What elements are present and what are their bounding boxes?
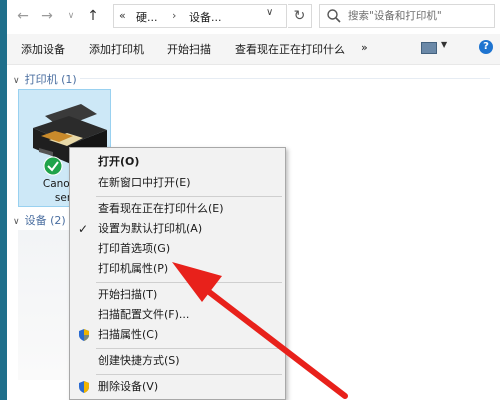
menu-separator [96,196,282,197]
address-bar-row: ← → ∨ ↑ « 硬... › 设备... ∨ ↻ [7,0,500,35]
address-prefix[interactable]: « [119,9,126,22]
breadcrumb-hardware[interactable]: 硬... [136,9,158,25]
menu-item-remove-device[interactable]: 删除设备(V) [70,377,285,397]
command-toolbar: 添加设备 添加打印机 开始扫描 查看现在正在打印什么 » ▼ ? [7,34,500,65]
breadcrumb-devices[interactable]: 设备... [189,9,222,25]
menu-item-open-new-window[interactable]: 在新窗口中打开(E) [70,173,285,193]
uac-shield-icon [79,329,89,341]
address-bar[interactable]: « 硬... › 设备... ∨ [113,4,287,28]
menu-item-open[interactable]: 打开(O) [70,152,285,172]
refresh-icon[interactable]: ↻ [288,4,312,28]
start-scan-button[interactable]: 开始扫描 [167,41,211,57]
menu-item-start-scan[interactable]: 开始扫描(T) [70,285,285,305]
menu-separator [96,348,282,349]
group-divider [80,78,490,79]
add-device-button[interactable]: 添加设备 [21,41,65,57]
window-edge [0,0,7,400]
menu-separator [96,374,282,375]
help-icon[interactable]: ? [479,40,493,54]
recent-locations-chevron-icon[interactable]: ∨ [61,6,81,26]
view-dropdown-chevron-icon[interactable]: ▼ [441,40,447,49]
search-icon [327,9,341,23]
collapse-chevron-icon[interactable]: ∨ [13,217,20,227]
checkmark-icon: ✓ [78,222,89,236]
menu-item-scan-properties[interactable]: 扫描属性(C) [70,325,285,345]
menu-item-set-default-printer[interactable]: ✓ 设置为默认打印机(A) [70,219,285,239]
group-header-printers[interactable]: ∨ 打印机 (1) [13,71,77,87]
group-label-devices: 设备 (2) [24,214,66,227]
context-menu: 打开(O) 在新窗口中打开(E) 查看现在正在打印什么(E) ✓ 设置为默认打印… [69,147,286,400]
menu-item-printer-properties[interactable]: 打印机属性(P) [70,259,285,279]
collapse-chevron-icon[interactable]: ∨ [13,76,20,86]
green-check-icon [43,156,63,176]
group-header-devices[interactable]: ∨ 设备 (2) [13,212,66,228]
search-box[interactable] [319,4,495,28]
menu-item-see-whats-printing[interactable]: 查看现在正在打印什么(E) [70,199,285,219]
address-dropdown-chevron-icon[interactable]: ∨ [266,7,273,18]
toolbar-overflow-button[interactable]: » [361,41,368,54]
uac-shield-icon [79,381,89,393]
see-whats-printing-button[interactable]: 查看现在正在打印什么 [235,41,345,57]
breadcrumb-separator: › [172,9,177,22]
menu-item-create-shortcut[interactable]: 创建快捷方式(S) [70,351,285,371]
back-arrow-icon[interactable]: ← [13,6,33,26]
up-arrow-icon[interactable]: ↑ [83,6,103,26]
menu-item-printing-preferences[interactable]: 打印首选项(G) [70,239,285,259]
menu-separator [96,282,282,283]
group-label-printers: 打印机 (1) [24,73,77,86]
search-input[interactable] [348,7,488,25]
menu-item-scan-profiles[interactable]: 扫描配置文件(F)... [70,305,285,325]
forward-arrow-icon[interactable]: → [37,6,57,26]
add-printer-button[interactable]: 添加打印机 [89,41,144,57]
view-options-icon[interactable] [421,42,437,54]
